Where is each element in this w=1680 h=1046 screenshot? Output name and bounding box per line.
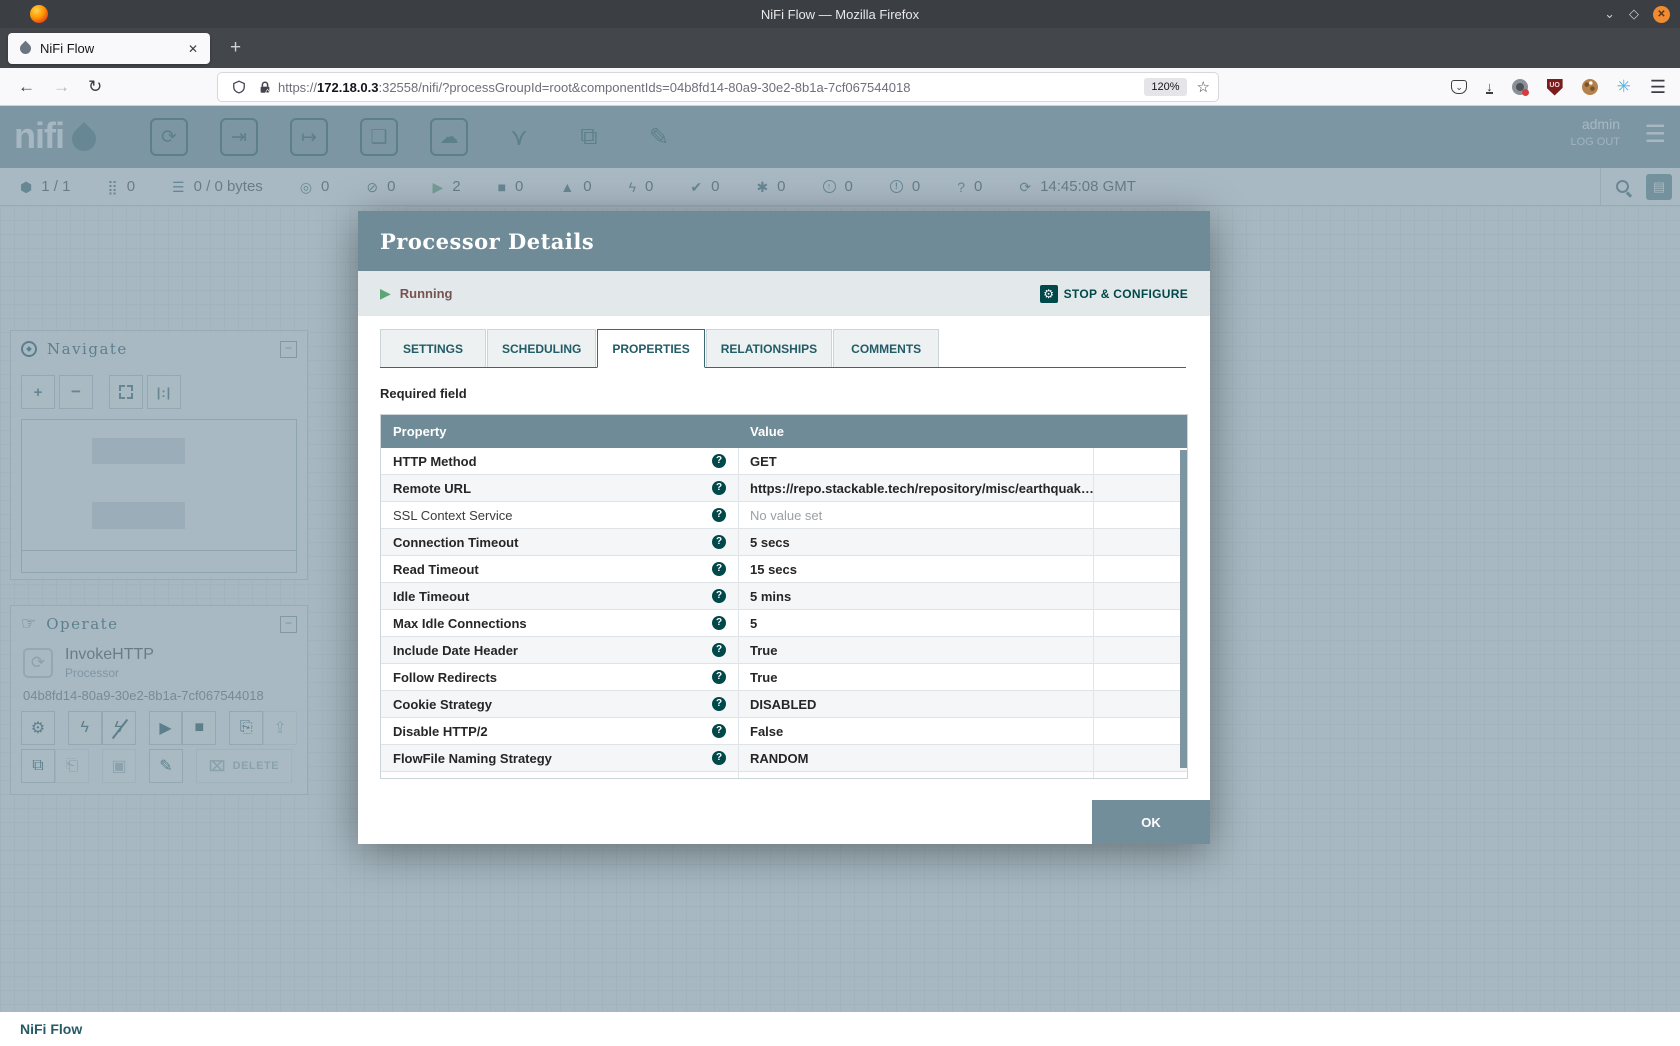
running-status-label: Running (400, 286, 453, 301)
help-icon[interactable]: ? (712, 562, 726, 576)
bookmark-star-icon[interactable]: ☆ (1197, 78, 1210, 96)
help-icon[interactable]: ? (712, 643, 726, 657)
reload-button[interactable]: ↻ (88, 77, 102, 97)
ublock-origin-icon[interactable]: UO (1547, 79, 1563, 96)
property-row[interactable]: Read Timeout ? 15 secs (381, 556, 1187, 583)
help-icon[interactable]: ? (712, 697, 726, 711)
window-titlebar: NiFi Flow — Mozilla Firefox ⌄ ◇ ✕ (0, 0, 1680, 28)
browser-tab-bar: NiFi Flow ✕ + (0, 28, 1680, 68)
tab-title: NiFi Flow (40, 41, 184, 56)
help-icon[interactable]: ? (712, 535, 726, 549)
property-row[interactable]: Request Username ? No value set (381, 772, 1187, 778)
property-row[interactable]: FlowFile Naming Strategy ? RANDOM (381, 745, 1187, 772)
property-column-header: Property (381, 424, 738, 439)
dialog-header: Processor Details (358, 211, 1210, 271)
property-row[interactable]: SSL Context Service ? No value set (381, 502, 1187, 529)
property-row[interactable]: Remote URL ? https://repo.stackable.tech… (381, 475, 1187, 502)
firefox-logo-icon (30, 5, 48, 23)
page-zoom-badge[interactable]: 120% (1144, 78, 1186, 96)
browser-tab[interactable]: NiFi Flow ✕ (8, 33, 210, 64)
window-title: NiFi Flow — Mozilla Firefox (0, 7, 1680, 22)
window-shade-icon[interactable]: ⌄ (1604, 6, 1615, 22)
gear-icon: ⚙ (1040, 285, 1058, 303)
downloads-icon[interactable]: ↓ (1486, 81, 1493, 94)
property-row[interactable]: Disable HTTP/2 ? False (381, 718, 1187, 745)
property-row[interactable]: Include Date Header ? True (381, 637, 1187, 664)
tab-close-icon[interactable]: ✕ (184, 40, 202, 58)
pocket-icon[interactable]: ⌄ (1451, 80, 1467, 94)
shield-icon[interactable] (232, 79, 246, 95)
help-icon[interactable]: ? (712, 616, 726, 630)
dialog-tab[interactable]: RELATIONSHIPS (706, 329, 832, 368)
processor-details-dialog: Processor Details ▶ Running ⚙ STOP & CON… (358, 211, 1210, 844)
dialog-tab[interactable]: COMMENTS (833, 329, 939, 368)
properties-table-body: HTTP Method ? GET Remote URL ? https://r… (381, 448, 1187, 778)
table-scrollbar[interactable] (1180, 450, 1187, 768)
back-button[interactable]: ← (18, 77, 35, 97)
url-text[interactable]: https://172.18.0.3:32558/nifi/?processGr… (278, 80, 1144, 95)
running-status-icon: ▶ (380, 285, 391, 302)
dialog-tab[interactable]: SCHEDULING (487, 329, 596, 368)
lock-icon[interactable] (258, 80, 272, 95)
new-tab-button[interactable]: + (222, 37, 249, 59)
nifi-favicon (18, 41, 34, 57)
help-icon[interactable]: ? (712, 589, 726, 603)
help-icon[interactable]: ? (712, 724, 726, 738)
browser-toolbar: ← → ↻ https://172.18.0.3:32558/nifi/?pro… (0, 68, 1680, 106)
help-icon[interactable]: ? (712, 670, 726, 684)
extension-asterisk-icon[interactable]: ✳ (1617, 77, 1631, 97)
nifi-page: nifi ⟳ ⇥ ↦ ❑ (0, 106, 1680, 1012)
properties-table: Property Value HTTP Method ? G (380, 414, 1188, 779)
required-field-label: Required field (380, 386, 467, 401)
column-divider (738, 448, 739, 778)
privacy-badger-icon[interactable] (1512, 79, 1528, 95)
help-icon[interactable]: ? (712, 751, 726, 765)
property-row[interactable]: HTTP Method ? GET (381, 448, 1187, 475)
window-close-button[interactable]: ✕ (1653, 6, 1670, 23)
stop-and-configure-button[interactable]: ⚙ STOP & CONFIGURE (1040, 285, 1188, 303)
property-row[interactable]: Cookie Strategy ? DISABLED (381, 691, 1187, 718)
dialog-title: Processor Details (380, 229, 594, 254)
help-icon[interactable]: ? (712, 454, 726, 468)
dialog-tab[interactable]: SETTINGS (380, 329, 486, 368)
forward-button[interactable]: → (53, 77, 70, 97)
value-column-header: Value (738, 424, 784, 439)
breadcrumb-root[interactable]: NiFi Flow (20, 1021, 82, 1037)
property-row[interactable]: Follow Redirects ? True (381, 664, 1187, 691)
dialog-tab[interactable]: PROPERTIES (597, 329, 704, 368)
dialog-tabs: SETTINGS SCHEDULING PROPERTIES RELATIONS… (380, 329, 940, 368)
property-row[interactable]: Idle Timeout ? 5 mins (381, 583, 1187, 610)
cookie-extension-icon[interactable] (1582, 79, 1598, 95)
window-float-icon[interactable]: ◇ (1629, 6, 1639, 22)
url-bar[interactable]: https://172.18.0.3:32558/nifi/?processGr… (218, 73, 1218, 101)
ok-button[interactable]: OK (1092, 800, 1210, 844)
dialog-status-bar: ▶ Running ⚙ STOP & CONFIGURE (358, 271, 1210, 316)
breadcrumb[interactable]: NiFi Flow (0, 1011, 1680, 1046)
help-icon[interactable]: ? (712, 481, 726, 495)
help-icon[interactable]: ? (712, 508, 726, 522)
app-menu-icon[interactable]: ☰ (1650, 77, 1666, 98)
properties-table-header: Property Value (381, 415, 1187, 448)
property-row[interactable]: Connection Timeout ? 5 secs (381, 529, 1187, 556)
column-divider (1093, 448, 1094, 778)
property-row[interactable]: Max Idle Connections ? 5 (381, 610, 1187, 637)
